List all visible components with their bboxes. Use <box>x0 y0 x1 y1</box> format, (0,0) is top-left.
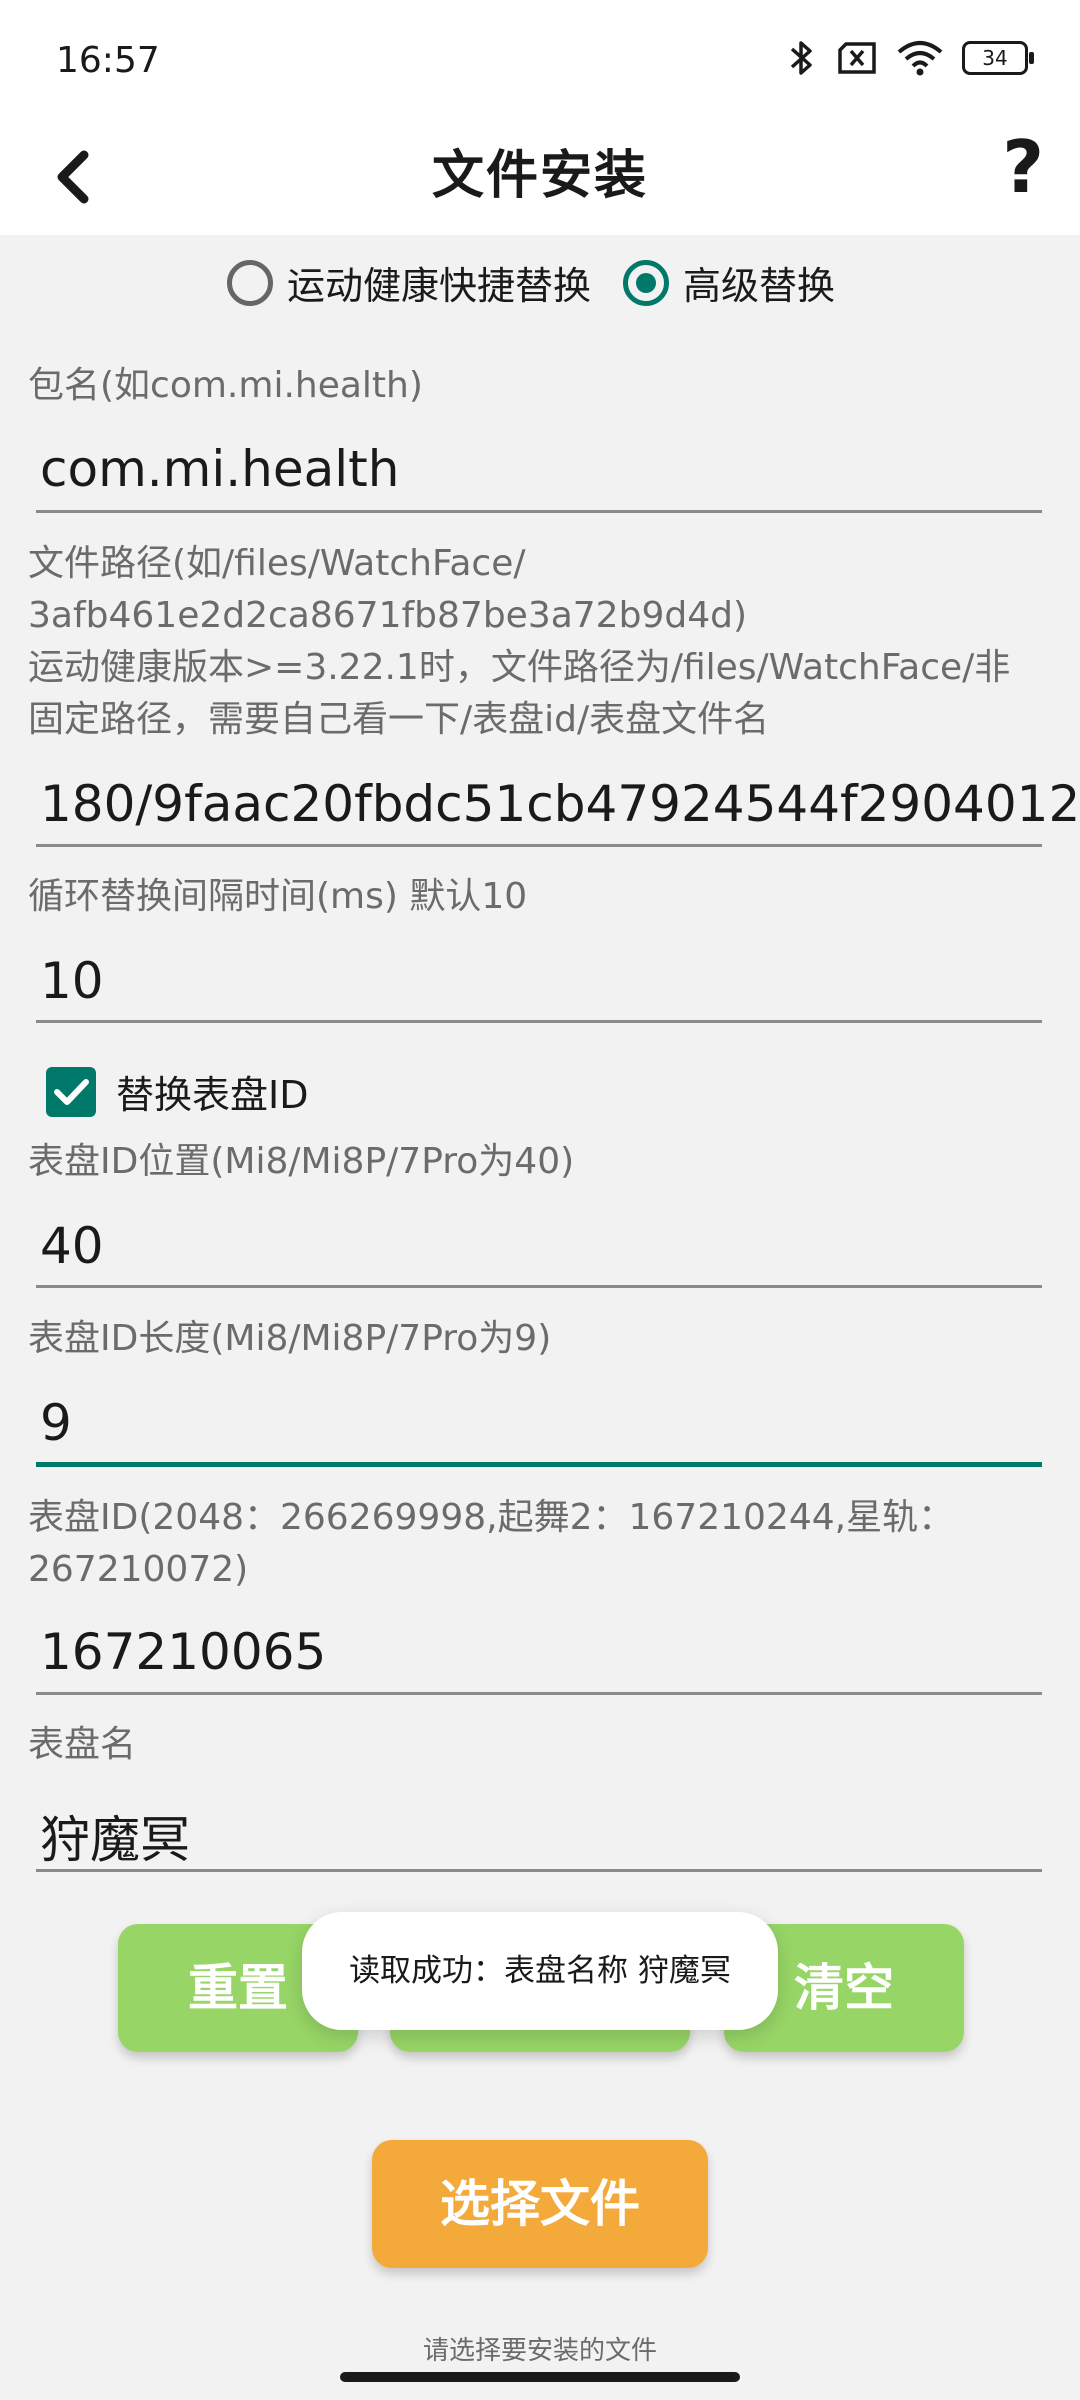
id-position-label: 表盘ID位置(Mi8/Mi8P/7Pro为40) <box>28 1141 575 1182</box>
help-button[interactable]: ? <box>1002 125 1044 209</box>
package-underline <box>36 510 1042 513</box>
checkmark-icon <box>54 1079 89 1105</box>
status-icons: 34 <box>786 38 1034 78</box>
radio-quick-replace[interactable] <box>226 259 273 306</box>
status-time: 16:57 <box>56 40 160 81</box>
path-label-line1: 文件路径(如/files/WatchFace/ <box>28 543 526 584</box>
hint-text: 请选择要安装的文件 <box>422 2336 657 2366</box>
id-position-underline <box>36 1285 1042 1288</box>
face-id-label-line1: 表盘ID(2048：266269998,起舞2：167210244,星轨： <box>28 1497 955 1538</box>
interval-label: 循环替换间隔时间(ms) 默认10 <box>28 876 528 917</box>
path-label-line3: 运动健康版本>=3.22.1时，文件路径为/files/WatchFace/非 <box>28 647 1011 688</box>
toast-message: 读取成功：表盘名称 狩魔冥 <box>302 1912 778 2030</box>
interval-underline <box>36 1020 1042 1023</box>
package-input[interactable]: com.mi.health <box>36 440 1046 498</box>
id-length-underline <box>36 1462 1042 1467</box>
id-position-input[interactable]: 40 <box>36 1217 1046 1275</box>
id-length-input[interactable]: 9 <box>36 1394 1046 1452</box>
replace-id-checkbox[interactable] <box>46 1067 96 1117</box>
select-file-button[interactable]: 选择文件 <box>372 2140 708 2268</box>
id-length-label: 表盘ID长度(Mi8/Mi8P/7Pro为9) <box>28 1318 552 1359</box>
mode-radio-group: 运动健康快捷替换 高级替换 <box>0 255 1080 310</box>
replace-id-label[interactable]: 替换表盘ID <box>116 1064 308 1119</box>
face-name-label: 表盘名 <box>28 1724 137 1765</box>
path-label-line4: 固定路径，需要自己看一下/表盘id/表盘文件名 <box>28 699 770 740</box>
face-name-underline <box>36 1869 1042 1872</box>
status-bar: 16:57 34 <box>0 0 1080 125</box>
path-label-line2: 3afb461e2d2ca8671fb87be3a72b9d4d) <box>28 595 747 636</box>
path-input[interactable]: 180/9faac20fbdc51cb47924544f29040126 <box>36 775 1080 833</box>
no-sim-icon <box>838 42 876 74</box>
battery-icon: 34 <box>962 41 1034 75</box>
page-title: 文件安装 <box>431 146 648 206</box>
radio-advanced-replace-label[interactable]: 高级替换 <box>683 255 835 310</box>
face-id-input[interactable]: 167210065 <box>36 1623 1046 1681</box>
path-underline <box>36 844 1042 847</box>
interval-input[interactable]: 10 <box>36 952 1046 1010</box>
face-id-underline <box>36 1692 1042 1695</box>
package-label: 包名(如com.mi.health) <box>28 365 423 406</box>
bluetooth-icon <box>790 41 812 75</box>
face-id-label-line2: 267210072) <box>28 1549 249 1590</box>
home-indicator[interactable] <box>340 2372 740 2382</box>
radio-quick-replace-label[interactable]: 运动健康快捷替换 <box>287 255 591 310</box>
face-name-input[interactable]: 狩魔冥 <box>36 1800 1046 1872</box>
app-bar: 文件安装 ? <box>0 125 1080 235</box>
wifi-icon <box>897 41 943 76</box>
radio-advanced-replace[interactable] <box>623 259 669 306</box>
